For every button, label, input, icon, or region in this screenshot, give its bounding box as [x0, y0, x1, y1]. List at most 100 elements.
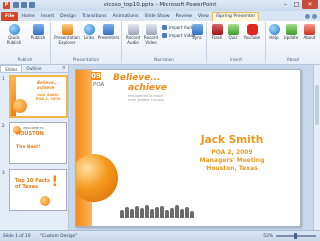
help-button[interactable]: Help	[267, 24, 281, 41]
publish-button[interactable]: Publish	[28, 24, 48, 41]
presentation-explorer-button[interactable]: Presentation Explorer	[53, 24, 81, 45]
flash-label: Flash	[211, 35, 223, 40]
slide-thumbnail-3[interactable]: Top 10 Facts of Texas !	[9, 169, 67, 211]
basketball-graphic	[76, 154, 118, 202]
tab-ispring-presenter[interactable]: iSpring Presenter	[211, 12, 260, 21]
youtube-label: YouTube	[243, 35, 261, 40]
slide-count: Slide 1 of 10	[3, 233, 31, 239]
tab-home[interactable]: Home	[18, 12, 38, 21]
update-label: Update	[283, 35, 299, 40]
logo-year: 09	[91, 72, 101, 80]
slide-number: 3	[2, 170, 5, 175]
links-label: Links	[83, 35, 95, 40]
group-insert: Flash Quiz YouTube Insert	[207, 22, 266, 63]
slide-number: 1	[2, 76, 5, 81]
maximize-button[interactable]: □	[291, 0, 302, 9]
presenters-button[interactable]: Presenters	[97, 24, 120, 41]
thumb-logo-text: Believe... achieve	[37, 80, 59, 90]
logo-tagline: empowered to reach even greater success	[128, 94, 165, 102]
tab-review[interactable]: Review	[173, 12, 195, 21]
help-icon[interactable]	[312, 14, 317, 19]
sync-button[interactable]: Sync	[190, 24, 204, 41]
about-button[interactable]: About	[301, 24, 318, 41]
group-narration: Record Audio Record Video Import Audio I…	[122, 22, 207, 63]
tab-insert[interactable]: Insert	[38, 12, 57, 21]
slide-thumbnail-row: 3 Top 10 Facts of Texas !	[2, 169, 67, 213]
tab-view[interactable]: View	[195, 12, 212, 21]
group-presentation: Presentation Explorer Links Presenters P…	[51, 22, 122, 63]
slide-title: Jack Smith	[200, 134, 264, 146]
import-video-icon	[162, 33, 167, 38]
record-audio-button[interactable]: Record Audio	[124, 24, 142, 45]
group-about: Help Update About About	[266, 22, 320, 63]
camera-icon	[145, 24, 157, 35]
tab-slides[interactable]: Slides	[0, 65, 23, 72]
links-button[interactable]: Links	[82, 24, 96, 41]
slide-thumbnail-2[interactable]: WELCOME TO HOUSTON The Best!	[9, 122, 67, 164]
quiz-label: Quiz	[228, 35, 238, 40]
quiz-button[interactable]: Quiz	[226, 24, 240, 41]
record-video-button[interactable]: Record Video	[142, 24, 160, 45]
tab-slide-show[interactable]: Slide Show	[141, 12, 172, 21]
presenters-label: Presenters	[97, 35, 120, 40]
zoom-level[interactable]: 53%	[263, 234, 273, 239]
zoom-slider-handle[interactable]	[294, 233, 297, 239]
slide-editor: 09 POA Believe... achieve empowered to r…	[69, 65, 320, 230]
vertical-scrollbar[interactable]	[313, 65, 320, 230]
quiz-icon	[227, 24, 239, 35]
slide-subtitle-line-3: Houston, Texas	[206, 165, 258, 172]
close-button[interactable]: ✕	[302, 0, 318, 9]
about-icon	[304, 24, 315, 35]
thumb-ball-graphic	[13, 99, 27, 113]
crowd-silhouette	[120, 204, 198, 218]
thumb-subtitle: WELCOME TO	[23, 126, 44, 130]
sync-label: Sync	[192, 35, 202, 40]
slide-thumbnail-row: 1 Believe... achieve Jack Smith POA 2, 2…	[2, 75, 68, 119]
slide-subtitle-line-2: Managers' Meeting	[199, 157, 265, 164]
minimize-button[interactable]: –	[280, 0, 291, 9]
sync-icon	[191, 24, 203, 35]
links-icon	[83, 24, 95, 35]
microphone-icon	[127, 24, 139, 35]
group-label-presentation: Presentation	[72, 57, 100, 62]
status-bar: Slide 1 of 10 "Custom Design" 53%	[0, 230, 320, 241]
quick-publish-button[interactable]: Quick Publish	[2, 24, 26, 45]
thumb-ball-graphic	[40, 196, 50, 206]
slides-panel: Slides Outline × 1 Believe... achieve Ja…	[0, 65, 69, 230]
youtube-button[interactable]: YouTube	[241, 24, 263, 41]
scrollbar-thumb[interactable]	[315, 85, 319, 125]
thumb-title: Jack Smith POA 2, 2009	[35, 93, 61, 101]
tab-file[interactable]: File	[1, 12, 19, 21]
zoom-slider[interactable]	[276, 233, 316, 239]
publish-icon	[32, 24, 44, 35]
flash-button[interactable]: Flash	[209, 24, 225, 41]
logo-achieve: achieve	[128, 83, 167, 93]
tab-outline[interactable]: Outline	[22, 65, 45, 72]
presentation-explorer-icon	[61, 24, 73, 35]
youtube-icon	[246, 24, 258, 35]
group-label-publish: Publish	[17, 57, 33, 62]
tab-animations[interactable]: Animations	[110, 12, 142, 21]
slide-thumbnail-1[interactable]: Believe... achieve Jack Smith POA 2, 200…	[9, 75, 68, 118]
group-label-insert: Insert	[229, 57, 242, 62]
help-label: Help	[269, 35, 279, 40]
thumb-title: HOUSTON	[16, 131, 44, 137]
tab-transitions[interactable]: Transitions	[79, 12, 110, 21]
group-label-about: About	[286, 57, 300, 62]
update-icon	[285, 24, 297, 35]
thumb-title: Top 10 Facts of Texas	[15, 178, 51, 190]
logo-believe: Believe...	[113, 73, 161, 83]
slide-subtitle-line-1: POA 2, 2009	[211, 149, 253, 156]
quick-publish-label: Quick Publish	[6, 35, 22, 45]
slide-orange-bar	[76, 70, 92, 226]
slide-canvas[interactable]: 09 POA Believe... achieve empowered to r…	[75, 69, 301, 227]
minimize-ribbon-icon[interactable]	[305, 14, 310, 19]
group-publish: Quick Publish Publish Publish	[0, 22, 51, 63]
tab-design[interactable]: Design	[57, 12, 79, 21]
slide-number: 2	[2, 123, 5, 128]
thumb-extra: The Best!	[16, 145, 41, 150]
panel-close-icon[interactable]: ×	[62, 65, 68, 72]
about-label: About	[303, 35, 316, 40]
presenters-icon	[103, 24, 114, 35]
update-button[interactable]: Update	[282, 24, 300, 41]
